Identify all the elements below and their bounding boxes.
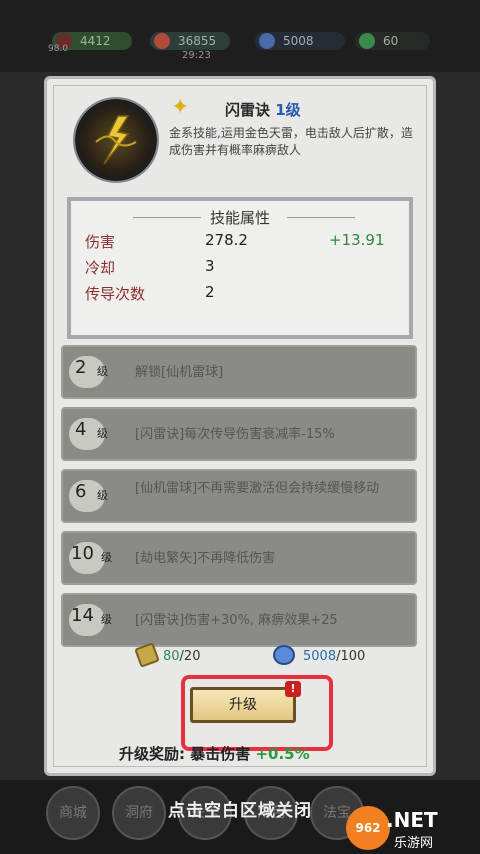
level-text: [仙机雷球]不再需要激活但会持续缓慢移动: [135, 481, 380, 496]
gem-cost: 5008/100: [303, 649, 365, 664]
attr-row-damage: 伤害 278.2 +13.91: [85, 231, 405, 253]
skill-panel: ✦ 闪雷诀 1级 金系技能,运用金色天雷，电击敌人后扩散，造成伤害并有概率麻痹敌…: [44, 76, 436, 776]
level-text: [闪雷诀]每次传导伤害衰减率-15%: [135, 427, 335, 442]
level-item: 6 级 [仙机雷球]不再需要激活但会持续缓慢移动: [61, 469, 417, 523]
level-item: 14 级 [闪雷诀]伤害+30%, 麻痹效果+25: [61, 593, 417, 647]
health-value: 4412: [80, 34, 111, 48]
level-unit: 级: [101, 613, 112, 626]
lightning-skill-icon: [75, 99, 157, 181]
level-item: 4 级 [闪雷诀]每次传导伤害衰减率-15%: [61, 407, 417, 461]
timer: 29:23: [182, 50, 211, 61]
level-number: 2: [75, 357, 87, 378]
attr-value: 2: [205, 283, 215, 301]
watermark-text: .NET: [386, 808, 438, 832]
resource-gem: 5008: [255, 32, 345, 50]
gem-need: /100: [336, 649, 366, 664]
scroll-need: /20: [179, 649, 201, 664]
attr-value: 3: [205, 257, 215, 275]
jade-icon: [359, 33, 375, 49]
level-unlock-list[interactable]: 2 级 解锁[仙机雷球] 4 级 [闪雷诀]每次传导伤害衰减率-15% 6 级 …: [61, 345, 419, 647]
gold-icon: [154, 33, 170, 49]
gem-icon: [273, 645, 295, 665]
attr-row-conduction: 传导次数 2: [85, 283, 405, 305]
upgrade-reward: 升级奖励: 暴击伤害 +0.5%: [119, 743, 310, 764]
attr-name: 冷却: [85, 259, 116, 277]
attr-name: 伤害: [85, 233, 116, 251]
level-number: 10: [71, 543, 94, 564]
skill-title: 闪雷诀 1级: [225, 99, 301, 120]
resource-bar: 4412 36855 5008 60 98.0 29:23: [0, 0, 480, 72]
gold-element-icon: ✦: [171, 95, 190, 120]
player-level: 98.0: [48, 44, 69, 54]
resource-gold: 36855: [150, 32, 230, 50]
gem-value: 5008: [283, 34, 314, 48]
watermark-sub: 乐游网: [394, 836, 434, 851]
attribute-box: 技能属性 伤害 278.2 +13.91 冷却 3 传导次数 2: [67, 197, 413, 339]
level-text: [闪雷诀]伤害+30%, 麻痹效果+25: [135, 613, 338, 628]
watermark-circle: 962: [346, 806, 390, 850]
watermark-logo: 962 .NET 乐游网: [346, 806, 476, 851]
level-number: 14: [71, 605, 94, 626]
level-unit: 级: [97, 365, 108, 378]
attr-increase: +13.91: [329, 231, 385, 249]
skill-level: 1级: [275, 101, 301, 119]
attr-value: 278.2: [205, 231, 248, 249]
scroll-cost: 80/20: [163, 649, 200, 664]
gold-value: 36855: [178, 34, 217, 48]
level-number: 6: [75, 481, 87, 502]
level-text: 解锁[仙机雷球]: [135, 365, 224, 380]
reward-value: +0.5%: [255, 745, 310, 763]
level-number: 4: [75, 419, 87, 440]
scroll-have: 80: [163, 649, 180, 664]
level-item: 2 级 解锁[仙机雷球]: [61, 345, 417, 399]
level-text: [劫电繁矢]不再降低伤害: [135, 551, 276, 566]
gem-have: 5008: [303, 649, 337, 664]
level-unit: 级: [97, 489, 108, 502]
gem-icon: [259, 33, 275, 49]
level-unit: 级: [97, 427, 108, 440]
skill-description: 金系技能,运用金色天雷，电击敌人后扩散，造成伤害并有概率麻痹敌人: [169, 126, 413, 157]
attr-name: 传导次数: [85, 285, 146, 303]
reward-label: 升级奖励: 暴击伤害: [119, 745, 251, 763]
attribute-title: 技能属性: [209, 209, 270, 227]
highlight-frame: [181, 675, 333, 751]
level-unit: 级: [101, 551, 112, 564]
level-item: 10 级 [劫电繁矢]不再降低伤害: [61, 531, 417, 585]
resource-jade: 60: [355, 32, 430, 50]
jade-value: 60: [383, 34, 399, 48]
skill-name: 闪雷诀: [225, 101, 271, 119]
attr-row-cooldown: 冷却 3: [85, 257, 405, 279]
